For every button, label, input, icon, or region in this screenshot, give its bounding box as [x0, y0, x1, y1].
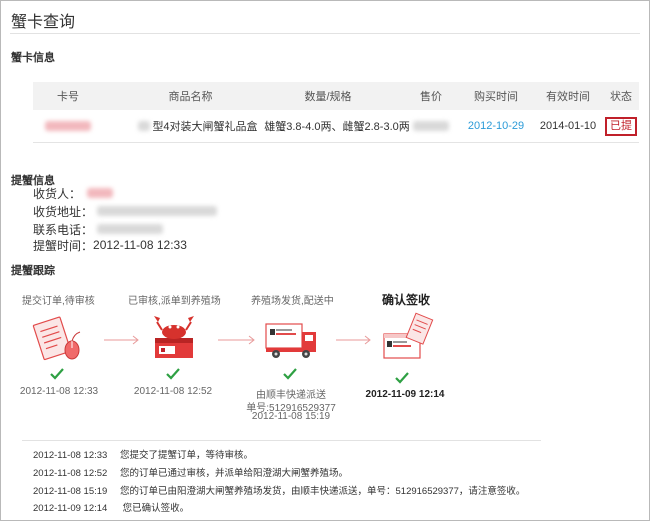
arrow-right-icon [336, 335, 371, 345]
pickup-time-label: 提蟹时间： [33, 238, 94, 253]
receiver-row: 收货人： [33, 185, 114, 201]
step-4-caption: 确认签收 [381, 293, 430, 307]
valid-time: 2014-01-10 [539, 120, 597, 132]
crab-box-icon [154, 316, 194, 358]
header-purchase-time: 购买时间 [474, 91, 518, 103]
phone-redacted [97, 224, 164, 234]
header-valid-time: 有效时间 [546, 91, 590, 103]
log-time: 2012-11-08 12:52 [33, 468, 108, 479]
log-time: 2012-11-09 12:14 [33, 503, 108, 514]
step-4-time: 2012-11-09 12:14 [365, 389, 445, 400]
header-status: 状态 [610, 91, 632, 103]
delivery-truck-icon [265, 323, 316, 358]
phone-label: 联系电话： [33, 222, 94, 237]
card-no-redacted [33, 110, 103, 142]
log-text: 您的订单已通过审核，并派单给阳澄湖大闸蟹养殖场。 [120, 468, 349, 479]
step-1-time: 2012-11-08 12:33 [19, 386, 99, 397]
status-badge: 已提 [605, 116, 637, 136]
check-icon [283, 368, 297, 380]
purchase-time-link[interactable]: 2012-10-29 [461, 110, 531, 142]
header-spec: 数量/规格 [304, 91, 352, 103]
log-text: 您已确认签收。 [120, 503, 190, 514]
log-item: 2012-11-08 15:19 您的订单已由阳澄湖大闸蟹养殖场发货，由顺丰快递派… [33, 483, 525, 497]
phone-row: 联系电话： [33, 221, 164, 237]
log-item: 2012-11-08 12:52 您的订单已通过审核，并派单给阳澄湖大闸蟹养殖场。 [33, 465, 348, 479]
address-redacted [97, 206, 218, 216]
product-name-text: 型4对装大闸蟹礼品盒 [152, 121, 258, 133]
check-icon [395, 372, 409, 384]
status-cell: 已提 [603, 110, 639, 142]
signed-box-icon [383, 312, 434, 359]
log-item: 2012-11-08 12:33 您提交了提蟹订单，等待审核。 [33, 447, 253, 461]
tracking-label: 提蟹跟踪 [11, 265, 55, 277]
arrow-right-icon [104, 335, 139, 345]
table-header-row: 卡号 商品名称 数量/规格 售价 购买时间 有效时间 状态 [33, 82, 639, 110]
header-price: 售价 [420, 91, 442, 103]
document-order-icon [32, 316, 81, 361]
card-table: 卡号 商品名称 数量/规格 售价 购买时间 有效时间 状态 型4对装大闸蟹礼品盒… [33, 82, 639, 143]
receiver-label: 收货人： [33, 186, 82, 201]
address-row: 收货地址： [33, 203, 218, 219]
page-frame [0, 0, 650, 521]
header-product: 商品名称 [168, 91, 213, 103]
pickup-time-row: 提蟹时间： 2012-11-08 12:33 [33, 237, 187, 253]
check-icon [50, 368, 64, 380]
step-3-caption: 养殖场发货,配送中 [251, 296, 334, 307]
pickup-time-value: 2012-11-08 12:33 [93, 238, 187, 252]
log-divider [22, 440, 541, 441]
step-1-caption: 提交订单,待审核 [22, 296, 95, 307]
product-spec: 雄蟹3.8-4.0两、雌蟹2.8-3.0两 [264, 121, 410, 133]
check-icon [166, 368, 180, 380]
log-item: 2012-11-09 12:14 您已确认签收。 [33, 500, 189, 514]
receiver-redacted [87, 188, 114, 198]
step-3-time: 2012-11-08 15:19 [251, 411, 331, 422]
log-text: 您的订单已由阳澄湖大闸蟹养殖场发货，由顺丰快递派送，单号：51291652937… [120, 486, 526, 497]
price-redacted [408, 110, 454, 142]
table-row: 型4对装大闸蟹礼品盒 雄蟹3.8-4.0两、雌蟹2.8-3.0两 2012-10… [33, 110, 639, 143]
header-card-no: 卡号 [57, 91, 79, 103]
card-info-label: 蟹卡信息 [11, 52, 55, 64]
address-label: 收货地址： [33, 204, 94, 219]
page-title: 蟹卡查询 [11, 14, 76, 31]
log-time: 2012-11-08 12:33 [33, 450, 108, 461]
product-name: 型4对装大闸蟹礼品盒 [118, 110, 278, 142]
step-2-time: 2012-11-08 12:52 [133, 386, 213, 397]
title-divider [10, 33, 640, 34]
step-2-caption: 已审核,派单到养殖场 [128, 296, 221, 307]
log-text: 您提交了提蟹订单，等待审核。 [120, 450, 254, 461]
log-time: 2012-11-08 15:19 [33, 486, 108, 497]
arrow-right-icon [218, 335, 255, 345]
